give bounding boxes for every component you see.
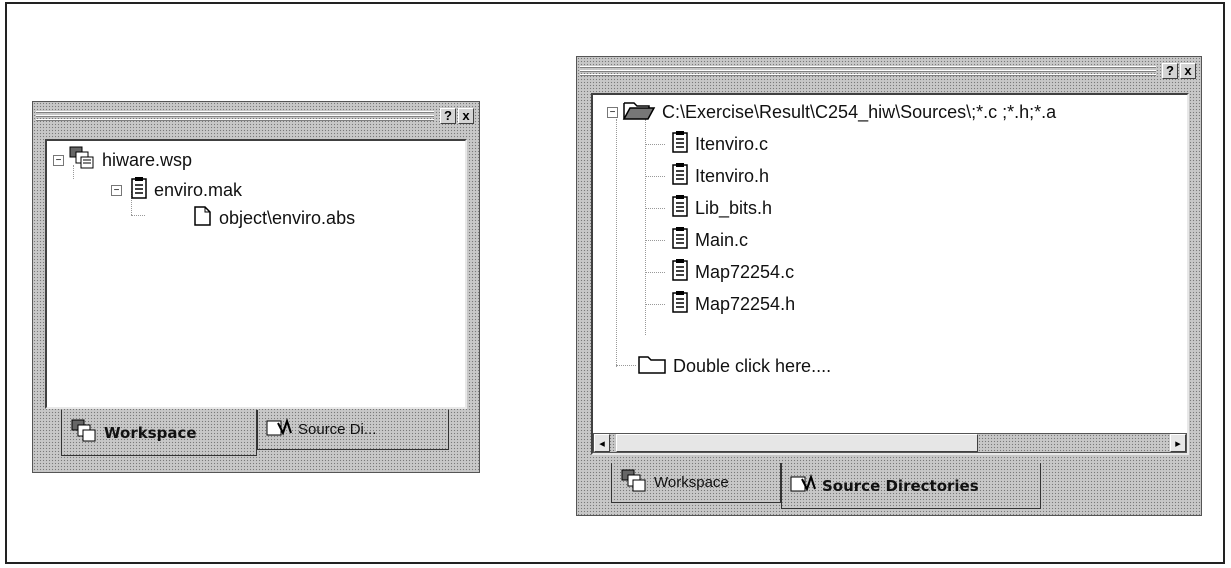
panel-tabs: Workspace Source Di... xyxy=(33,410,479,456)
tab-label: Source Di... xyxy=(298,421,377,438)
tree-node-file[interactable]: Itenviro.c xyxy=(645,130,769,159)
tree-node-makefile[interactable]: − enviro.mak xyxy=(111,176,243,205)
document-icon xyxy=(130,176,148,205)
file-label: Main.c xyxy=(695,229,749,250)
tree-branch xyxy=(645,271,665,273)
tree-branch xyxy=(645,239,665,241)
tree-node-object[interactable]: object\enviro.abs xyxy=(191,205,355,231)
workspace-icon xyxy=(68,146,96,175)
tree-branch xyxy=(645,175,665,177)
tree-node-workspace[interactable]: − hiware.wsp xyxy=(53,146,193,175)
document-icon xyxy=(671,290,689,319)
tree-node-root-folder[interactable]: − C:\Exercise\Result\C254_hiw\Sources\;*… xyxy=(607,99,1056,125)
tab-source-directories[interactable]: Source Directories xyxy=(781,463,1041,509)
tab-label: Workspace xyxy=(654,474,729,491)
source-tree[interactable]: − C:\Exercise\Result\C254_hiw\Sources\;*… xyxy=(591,93,1189,455)
folder-icon xyxy=(637,353,667,380)
tree-node-file[interactable]: Lib_bits.h xyxy=(645,194,773,223)
tree-node-label: enviro.mak xyxy=(154,179,243,200)
workspace-tree[interactable]: − hiware.wsp − enviro.mak object\enviro.… xyxy=(45,139,467,409)
workspace-panel: ? x − hiware.wsp − enviro.mak object\env… xyxy=(32,101,480,473)
source-directories-panel: ? x − C:\Exercise\Result\C254_hiw\Source… xyxy=(576,56,1202,516)
object-file-icon xyxy=(191,204,213,233)
collapse-icon[interactable]: − xyxy=(111,184,122,196)
collapse-icon[interactable]: − xyxy=(53,154,64,166)
file-label: Itenviro.c xyxy=(695,133,769,154)
collapse-icon[interactable]: − xyxy=(607,106,618,118)
tree-node-file[interactable]: Map72254.h xyxy=(645,290,796,319)
tree-guide-line xyxy=(616,365,636,366)
file-label: Itenviro.h xyxy=(695,165,770,186)
workspace-icon xyxy=(70,419,98,447)
scroll-thumb[interactable] xyxy=(616,434,978,452)
document-icon xyxy=(671,162,689,191)
scroll-right-button[interactable]: ▸ xyxy=(1170,434,1186,452)
tab-workspace[interactable]: Workspace xyxy=(61,410,257,456)
document-icon xyxy=(671,130,689,159)
help-button[interactable]: ? xyxy=(1162,63,1178,79)
document-icon xyxy=(671,258,689,287)
root-path-label: C:\Exercise\Result\C254_hiw\Sources\;*.c… xyxy=(662,101,1057,122)
horizontal-scrollbar[interactable]: ◂ ▸ xyxy=(593,433,1187,453)
tab-source-directories[interactable]: Source Di... xyxy=(257,410,449,450)
panel-tabs: Workspace Source Directories xyxy=(577,463,1201,509)
document-icon xyxy=(671,226,689,255)
source-directories-icon xyxy=(790,473,816,499)
tree-node-label: object\enviro.abs xyxy=(219,207,356,228)
open-folder-icon xyxy=(622,99,656,126)
file-label: Map72254.c xyxy=(695,261,795,282)
scroll-left-button[interactable]: ◂ xyxy=(594,434,610,452)
double-click-label: Double click here.... xyxy=(673,355,832,376)
titlebar-gripper[interactable] xyxy=(36,111,434,121)
tab-workspace[interactable]: Workspace xyxy=(611,463,781,503)
tree-node-file[interactable]: Itenviro.h xyxy=(645,162,770,191)
panel-titlebar[interactable]: ? x xyxy=(580,63,1198,79)
tree-branch xyxy=(645,207,665,209)
file-label: Lib_bits.h xyxy=(695,197,773,218)
tree-node-add-directory[interactable]: Double click here.... xyxy=(637,353,831,379)
tab-label: Workspace xyxy=(104,423,197,442)
tree-node-file[interactable]: Map72254.c xyxy=(645,258,795,287)
tree-branch xyxy=(645,143,665,145)
tree-branch xyxy=(645,303,665,305)
document-icon xyxy=(671,194,689,223)
panel-titlebar[interactable]: ? x xyxy=(36,108,476,124)
workspace-icon xyxy=(620,469,648,497)
file-label: Map72254.h xyxy=(695,293,796,314)
close-button[interactable]: x xyxy=(1180,63,1196,79)
titlebar-gripper[interactable] xyxy=(580,66,1156,76)
close-button[interactable]: x xyxy=(458,108,474,124)
source-directories-icon xyxy=(266,417,292,443)
tab-label: Source Directories xyxy=(822,476,979,495)
tree-guide-line xyxy=(616,119,617,367)
tree-node-file[interactable]: Main.c xyxy=(645,226,749,255)
tree-node-label: hiware.wsp xyxy=(102,149,193,170)
help-button[interactable]: ? xyxy=(440,108,456,124)
tree-guide-line xyxy=(131,215,145,216)
